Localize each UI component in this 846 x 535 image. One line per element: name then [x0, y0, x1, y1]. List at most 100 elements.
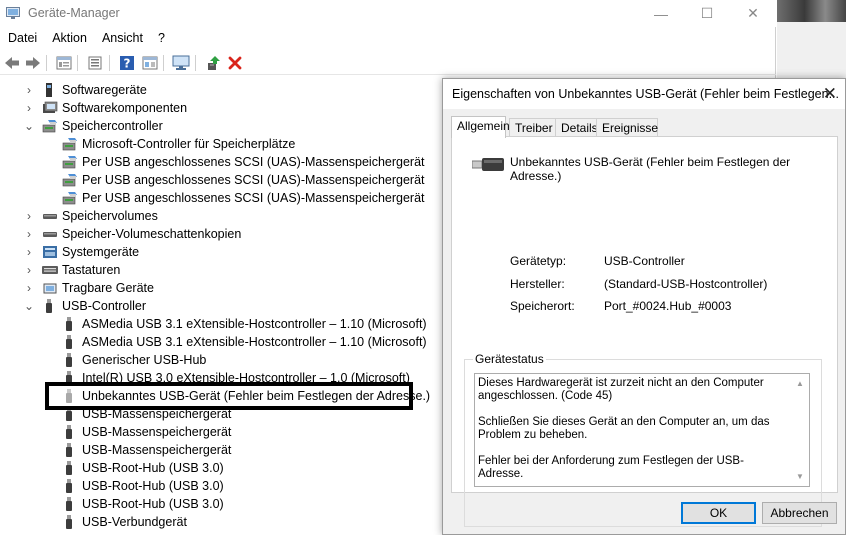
- expand-chevron-icon[interactable]: ›: [24, 243, 34, 261]
- tree-category-item[interactable]: USB-Controller: [42, 297, 146, 315]
- tree-device-item[interactable]: USB-Root-Hub (USB 3.0): [62, 459, 224, 477]
- device-type-label: Gerätetyp:: [510, 254, 567, 268]
- software-device-icon: [42, 83, 58, 97]
- tree-device-item[interactable]: Generischer USB-Hub: [62, 351, 206, 369]
- ok-button[interactable]: OK: [681, 502, 756, 524]
- monitor-icon[interactable]: [172, 54, 190, 72]
- tree-category-item[interactable]: Softwaregeräte: [42, 81, 147, 99]
- expand-chevron-icon[interactable]: ›: [24, 261, 34, 279]
- tree-device-item[interactable]: USB-Massenspeichergerät: [62, 423, 231, 441]
- toolbar-separator: [77, 55, 78, 71]
- expand-chevron-icon[interactable]: ›: [24, 99, 34, 117]
- toolbar-separator: [109, 55, 110, 71]
- collapse-chevron-icon[interactable]: ⌄: [24, 117, 34, 135]
- forward-icon[interactable]: [24, 54, 42, 72]
- device-type-value: USB-Controller: [604, 254, 685, 268]
- show-hidden-icon[interactable]: [141, 54, 159, 72]
- tab-driver[interactable]: Treiber: [509, 118, 557, 137]
- tree-device-item[interactable]: USB-Root-Hub (USB 3.0): [62, 477, 224, 495]
- collapse-chevron-icon[interactable]: ⌄: [24, 297, 34, 315]
- desktop-wallpaper: [777, 0, 846, 22]
- properties-icon[interactable]: [55, 54, 73, 72]
- usb-icon: [62, 515, 78, 529]
- manufacturer-value: (Standard-USB-Hostcontroller): [604, 277, 768, 291]
- title-bar[interactable]: Geräte-Manager — ☐ ✕: [0, 0, 776, 27]
- tree-item-label: USB-Root-Hub (USB 3.0): [82, 479, 224, 493]
- device-status-textbox[interactable]: Dieses Hardwaregerät ist zurzeit nicht a…: [474, 373, 810, 487]
- tree-item-label: USB-Massenspeichergerät: [82, 443, 232, 457]
- back-icon[interactable]: [3, 54, 21, 72]
- usb-icon: [62, 317, 78, 331]
- dialog-close-button[interactable]: ✕: [823, 84, 837, 104]
- general-tab-panel: Unbekanntes USB-Gerät (Fehler beim Festl…: [451, 136, 838, 527]
- usb-device-icon: [472, 158, 504, 171]
- storage-controller-icon: [62, 173, 78, 187]
- svg-text:?: ?: [124, 57, 131, 71]
- toolbar: ?: [0, 51, 776, 75]
- cancel-button[interactable]: Abbrechen: [762, 502, 837, 524]
- update-driver-icon[interactable]: [204, 54, 222, 72]
- tree-device-item[interactable]: Per USB angeschlossenes SCSI (UAS)-Masse…: [62, 171, 425, 189]
- tree-item-label: Microsoft-Controller für Speicherplätze: [82, 137, 296, 151]
- tab-details[interactable]: Details: [555, 118, 598, 137]
- tree-device-item[interactable]: ASMedia USB 3.1 eXtensible-Hostcontrolle…: [62, 315, 427, 333]
- usb-icon: [62, 497, 78, 511]
- tree-device-item[interactable]: Per USB angeschlossenes SCSI (UAS)-Masse…: [62, 189, 425, 207]
- tree-item-label: Speichercontroller: [62, 119, 163, 133]
- menu-view[interactable]: Ansicht: [94, 29, 150, 48]
- storage-controller-icon: [42, 119, 58, 133]
- tree-device-item[interactable]: Microsoft-Controller für Speicherplätze: [62, 135, 295, 153]
- close-button[interactable]: ✕: [730, 0, 776, 27]
- storage-controller-icon: [62, 191, 78, 205]
- portable-device-icon: [42, 281, 58, 295]
- help-icon[interactable]: ?: [118, 54, 136, 72]
- maximize-button[interactable]: ☐: [684, 0, 730, 27]
- uninstall-icon[interactable]: [226, 54, 244, 72]
- tree-item-label: USB-Verbundgerät: [82, 515, 187, 529]
- tree-item-label: Speicher-Volumeschattenkopien: [62, 227, 242, 241]
- tree-category-item[interactable]: Speicher-Volumeschattenkopien: [42, 225, 241, 243]
- usb-icon: [62, 353, 78, 367]
- dialog-title: Eigenschaften von Unbekanntes USB-Gerät …: [452, 87, 840, 101]
- tree-device-item[interactable]: USB-Root-Hub (USB 3.0): [62, 495, 224, 513]
- toolbar-separator: [163, 55, 164, 71]
- menu-file[interactable]: Datei: [0, 29, 44, 48]
- dialog-title-bar[interactable]: Eigenschaften von Unbekanntes USB-Gerät …: [443, 79, 845, 109]
- tree-item-label: ASMedia USB 3.1 eXtensible-Hostcontrolle…: [82, 317, 427, 331]
- tree-device-item[interactable]: USB-Massenspeichergerät: [62, 441, 231, 459]
- toolbar-separator: [46, 55, 47, 71]
- tree-category-item[interactable]: Tastaturen: [42, 261, 120, 279]
- tree-category-item[interactable]: Speichercontroller: [42, 117, 163, 135]
- tree-category-item[interactable]: Speichervolumes: [42, 207, 158, 225]
- tree-device-item[interactable]: ASMedia USB 3.1 eXtensible-Hostcontrolle…: [62, 333, 427, 351]
- expand-chevron-icon[interactable]: ›: [24, 207, 34, 225]
- tree-item-label: Systemgeräte: [62, 245, 140, 259]
- storage-controller-icon: [62, 155, 78, 169]
- system-device-icon: [42, 245, 58, 259]
- tab-general[interactable]: Allgemein: [451, 116, 510, 138]
- expand-chevron-icon[interactable]: ›: [24, 225, 34, 243]
- menu-bar: Datei Aktion Ansicht ?: [0, 29, 172, 48]
- scroll-down-icon[interactable]: ▼: [796, 470, 804, 483]
- list-icon[interactable]: [86, 54, 104, 72]
- device-status-legend: Gerätestatus: [473, 352, 546, 366]
- usb-icon: [42, 299, 58, 313]
- status-scrollbar[interactable]: ▲ ▼: [793, 375, 808, 485]
- tree-item-label: USB-Root-Hub (USB 3.0): [82, 497, 224, 511]
- tree-category-item[interactable]: Systemgeräte: [42, 243, 139, 261]
- scroll-up-icon[interactable]: ▲: [796, 377, 804, 390]
- tree-category-item[interactable]: Softwarekomponenten: [42, 99, 187, 117]
- expand-chevron-icon[interactable]: ›: [24, 279, 34, 297]
- properties-dialog: Eigenschaften von Unbekanntes USB-Gerät …: [442, 78, 846, 535]
- tree-device-item[interactable]: Per USB angeschlossenes SCSI (UAS)-Masse…: [62, 153, 425, 171]
- volume-icon: [42, 209, 58, 223]
- tree-device-item[interactable]: USB-Verbundgerät: [62, 513, 187, 531]
- menu-help[interactable]: ?: [150, 29, 172, 48]
- tree-item-label: Generischer USB-Hub: [82, 353, 207, 367]
- tab-events[interactable]: Ereignisse: [596, 118, 658, 137]
- menu-action[interactable]: Aktion: [44, 29, 94, 48]
- expand-chevron-icon[interactable]: ›: [24, 81, 34, 99]
- tree-category-item[interactable]: Tragbare Geräte: [42, 279, 154, 297]
- device-name: Unbekanntes USB-Gerät (Fehler beim Festl…: [510, 155, 791, 183]
- minimize-button[interactable]: —: [638, 0, 684, 27]
